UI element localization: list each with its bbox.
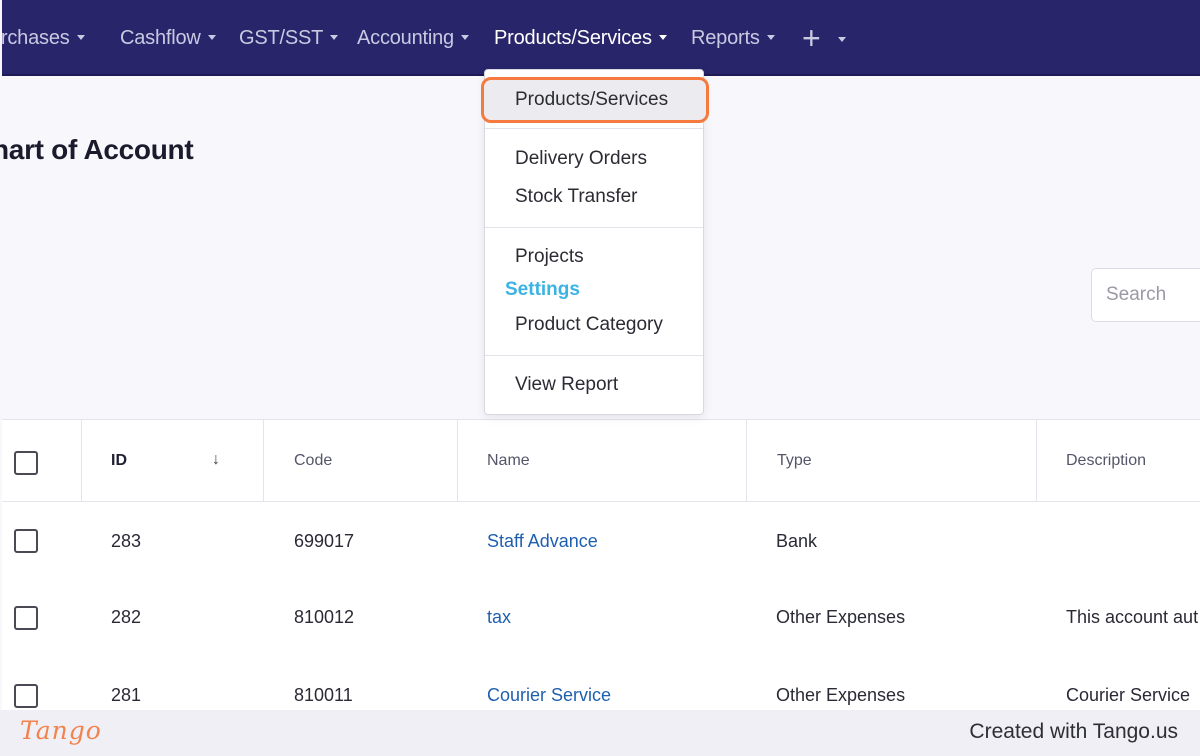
chevron-down-icon — [658, 35, 667, 41]
cell-name-link[interactable]: Courier Service — [487, 684, 611, 706]
nav-gst-sst-label: GST/SST — [239, 27, 324, 49]
nav-reports-label: Reports — [691, 27, 760, 49]
column-divider — [81, 420, 82, 502]
menu-item-view-report[interactable]: View Report — [515, 373, 618, 397]
menu-item-products-services[interactable]: Products/Services — [481, 77, 709, 123]
page-title: hart of Account — [0, 134, 194, 165]
nav-gst-sst[interactable]: GST/SST — [239, 24, 339, 52]
chevron-down-icon — [766, 35, 775, 41]
nav-accounting-label: Accounting — [357, 27, 454, 49]
menu-section-settings: Settings — [505, 279, 580, 300]
column-header-id[interactable]: ID — [111, 420, 127, 502]
add-new-button[interactable]: + — [802, 22, 821, 54]
column-header-code[interactable]: Code — [294, 420, 332, 502]
cell-name-link[interactable]: Staff Advance — [487, 530, 598, 552]
column-header-type[interactable]: Type — [777, 420, 812, 502]
search-field[interactable] — [1091, 268, 1200, 322]
nav-products-services[interactable]: Products/Services — [494, 24, 667, 52]
chevron-down-icon — [76, 35, 85, 41]
top-navigation: urchases Cashflow GST/SST Accounting Pro… — [0, 0, 1200, 76]
table-header: ID ↓ Code Name Type Description — [2, 420, 1200, 502]
tango-footer: Tango Created with Tango.us — [0, 710, 1200, 756]
menu-item-product-category[interactable]: Product Category — [515, 313, 663, 337]
column-header-name[interactable]: Name — [487, 420, 530, 502]
nav-cashflow-label: Cashflow — [120, 27, 201, 49]
cell-name-link[interactable]: tax — [487, 606, 511, 628]
cell-description: This account aut — [1066, 607, 1199, 627]
nav-purchases[interactable]: urchases — [0, 24, 85, 52]
cell-type: Other Expenses — [776, 685, 906, 705]
column-header-description[interactable]: Description — [1066, 420, 1146, 502]
cell-code: 699017 — [294, 531, 355, 551]
nav-accounting[interactable]: Accounting — [357, 24, 469, 52]
cell-id: 283 — [111, 531, 142, 551]
column-divider — [1036, 420, 1037, 502]
table-row[interactable]: 282 810012 tax Other Expenses This accou… — [2, 578, 1200, 654]
menu-item-stock-transfer[interactable]: Stock Transfer — [515, 185, 638, 209]
row-checkbox[interactable] — [14, 606, 38, 630]
nav-cashflow[interactable]: Cashflow — [120, 24, 216, 52]
cell-type: Bank — [776, 531, 818, 551]
sort-down-icon[interactable]: ↓ — [212, 450, 220, 470]
row-checkbox[interactable] — [14, 684, 38, 708]
nav-reports[interactable]: Reports — [691, 24, 775, 52]
accounts-table: ID ↓ Code Name Type Description 283 6990… — [2, 419, 1200, 719]
app-window: urchases Cashflow GST/SST Accounting Pro… — [0, 0, 1200, 756]
chevron-down-icon — [330, 35, 339, 41]
menu-item-projects[interactable]: Projects — [515, 245, 584, 269]
chevron-down-icon — [207, 35, 216, 41]
menu-divider — [485, 128, 703, 129]
menu-item-delivery-orders[interactable]: Delivery Orders — [515, 147, 647, 171]
table-row[interactable]: 283 699017 Staff Advance Bank — [2, 502, 1200, 578]
cell-code: 810011 — [294, 685, 353, 705]
column-divider — [263, 420, 264, 502]
cell-code: 810012 — [294, 607, 355, 627]
search-input[interactable] — [1092, 269, 1200, 321]
cell-id: 282 — [111, 607, 142, 627]
select-all-checkbox[interactable] — [14, 451, 38, 475]
footer-credit: Created with Tango.us — [969, 720, 1178, 743]
menu-item-products-services-label: Products/Services — [515, 89, 669, 110]
column-divider — [457, 420, 458, 502]
row-checkbox[interactable] — [14, 529, 38, 553]
menu-divider — [485, 227, 703, 228]
chevron-down-icon[interactable] — [838, 37, 846, 42]
tango-logo: Tango — [20, 716, 102, 745]
menu-divider — [485, 355, 703, 356]
cell-type: Other Expenses — [776, 607, 906, 627]
cell-description: Courier Service — [1066, 685, 1191, 705]
nav-products-services-label: Products/Services — [494, 27, 652, 49]
nav-purchases-label: urchases — [0, 27, 70, 49]
cell-id: 281 — [111, 685, 142, 705]
column-divider — [746, 420, 747, 502]
chevron-down-icon — [460, 35, 469, 41]
